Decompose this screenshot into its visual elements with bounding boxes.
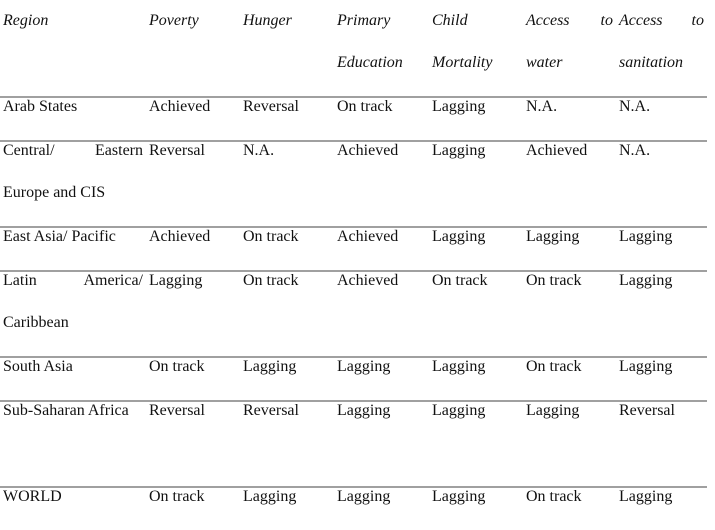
- table-row: WORLD On track Lagging Lagging Lagging On tra…: [0, 488, 707, 530]
- column-header: Poverty: [149, 12, 199, 29]
- table-cell: Lagging: [526, 228, 580, 245]
- table-cell: On track: [432, 272, 488, 289]
- table-cell: Reversal: [243, 98, 299, 115]
- table-cell: On track: [526, 358, 582, 375]
- table-cell: Reversal: [243, 402, 299, 419]
- table-cell: Lagging: [337, 358, 391, 375]
- table-cell: South Asia: [3, 358, 73, 375]
- table-cell: Lagging: [432, 228, 486, 245]
- table-cell: Lagging: [432, 402, 486, 419]
- mdg-progress-table: Region Poverty Hunger Primary Education Chil…: [0, 12, 707, 530]
- table-cell: On track: [243, 272, 299, 289]
- table-cell: Achieved: [337, 228, 399, 245]
- table-cell: East Asia/ Pacific: [3, 228, 116, 245]
- table-cell: Sub-Saharan Africa: [3, 402, 129, 419]
- table-cell: On track: [149, 358, 205, 375]
- table-cell: On track: [526, 272, 582, 289]
- column-header: Access to water: [526, 12, 613, 71]
- table-cell: Lagging: [432, 98, 486, 115]
- table-cell: Arab States: [3, 98, 78, 115]
- table-cell: Reversal: [619, 402, 675, 419]
- table-cell: Lagging: [432, 142, 486, 159]
- table-cell: Achieved: [337, 272, 399, 289]
- table-cell: Lagging: [619, 272, 673, 289]
- table-cell: Achieved: [526, 142, 588, 159]
- table-cell: N.A.: [619, 142, 651, 159]
- table-cell: Achieved: [149, 228, 211, 245]
- table-cell: Achieved: [337, 142, 399, 159]
- table-cell: Lagging: [619, 358, 673, 375]
- column-header: Region: [3, 12, 49, 29]
- column-header: Hunger: [243, 12, 292, 29]
- table-cell: Lagging: [432, 358, 486, 375]
- table-cell: Latin America/ Caribbean: [3, 272, 143, 331]
- table-cell: Lagging: [337, 402, 391, 419]
- table-cell: N.A.: [619, 98, 651, 115]
- table-cell: N.A.: [243, 142, 275, 159]
- table-cell: Reversal: [149, 402, 205, 419]
- table-cell: Reversal: [149, 142, 205, 159]
- table-cell: Lagging: [243, 358, 297, 375]
- table-cell: Lagging: [526, 402, 580, 419]
- column-header: Access to sanitation: [619, 12, 704, 71]
- column-header: Child Mortality: [432, 12, 493, 71]
- table-cell: On track: [243, 228, 299, 245]
- table-cell: Achieved: [149, 98, 211, 115]
- table-cell: On track: [337, 98, 393, 115]
- column-header: Primary Education: [337, 12, 403, 71]
- table-cell: Central/ Eastern Europe and CIS: [3, 142, 143, 201]
- table-cell: Lagging: [619, 228, 673, 245]
- table-cell: Lagging: [149, 272, 203, 289]
- table-cell: N.A.: [526, 98, 558, 115]
